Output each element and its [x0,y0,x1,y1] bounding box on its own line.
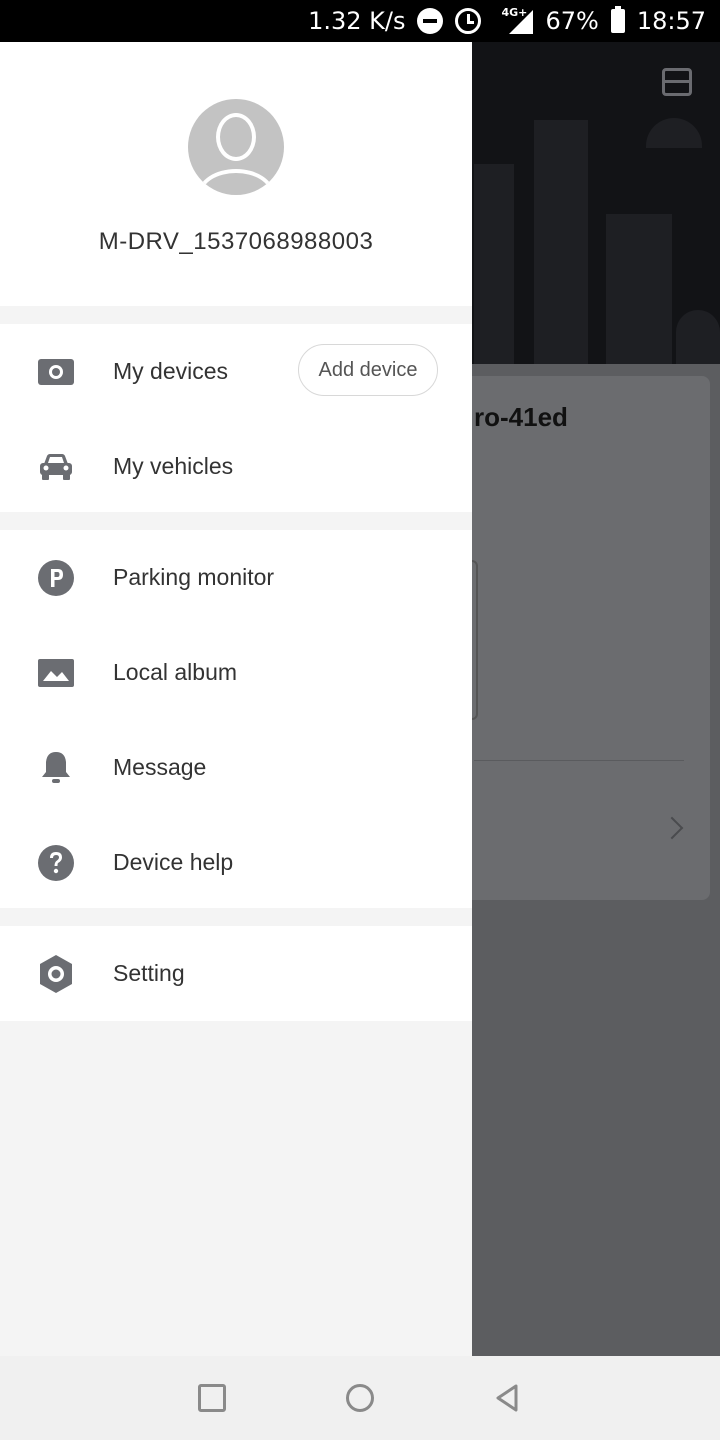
alarm-icon [455,8,482,34]
menu-item-setting[interactable]: Setting [0,926,472,1021]
menu-item-parking-monitor[interactable]: Parking monitor [0,530,472,625]
menu-item-label: My devices [113,358,229,384]
menu-item-label: My vehicles [113,453,234,479]
menu-item-label: Message [113,754,207,780]
back-arrow-icon [496,1384,518,1412]
back-button[interactable] [494,1384,522,1412]
battery-percent: 67% [545,7,599,35]
menu-item-label: Parking monitor [113,564,275,590]
menu-item-label: Device help [113,849,234,875]
image-icon [38,655,74,691]
menu-item-label: Local album [113,659,238,685]
signal-icon: 4G+ [493,6,534,36]
device-card-title: ro-41ed [474,402,568,432]
status-bar: 1.32 K/s 4G+ 67% 18:57 [0,0,720,42]
system-nav-bar [0,1356,720,1440]
menu-item-device-help[interactable]: Device help [0,815,472,910]
help-icon [38,844,74,881]
menu-item-message[interactable]: Message [0,720,472,815]
username: M-DRV_1537068988003 [98,228,374,255]
do-not-disturb-icon [417,8,444,34]
add-device-button[interactable]: Add device [298,344,438,396]
avatar[interactable] [188,99,284,195]
bell-icon [38,750,74,786]
car-icon [38,449,74,485]
camera-icon [38,354,74,390]
parking-icon [38,559,74,596]
menu-icon[interactable] [662,68,692,96]
menu-item-my-vehicles[interactable]: My vehicles [0,419,472,514]
clock: 18:57 [636,7,706,35]
card-divider [474,760,684,761]
menu-item-local-album[interactable]: Local album [0,625,472,720]
home-button[interactable] [346,1384,374,1412]
settings-icon [38,954,74,993]
navigation-drawer: M-DRV_1537068988003 My devices Add devic… [0,42,472,1356]
profile-section[interactable]: M-DRV_1537068988003 [0,42,472,306]
menu-item-label: Setting [113,960,185,986]
recent-apps-button[interactable] [198,1384,226,1412]
battery-icon [610,6,625,33]
network-speed: 1.32 K/s [308,7,406,35]
